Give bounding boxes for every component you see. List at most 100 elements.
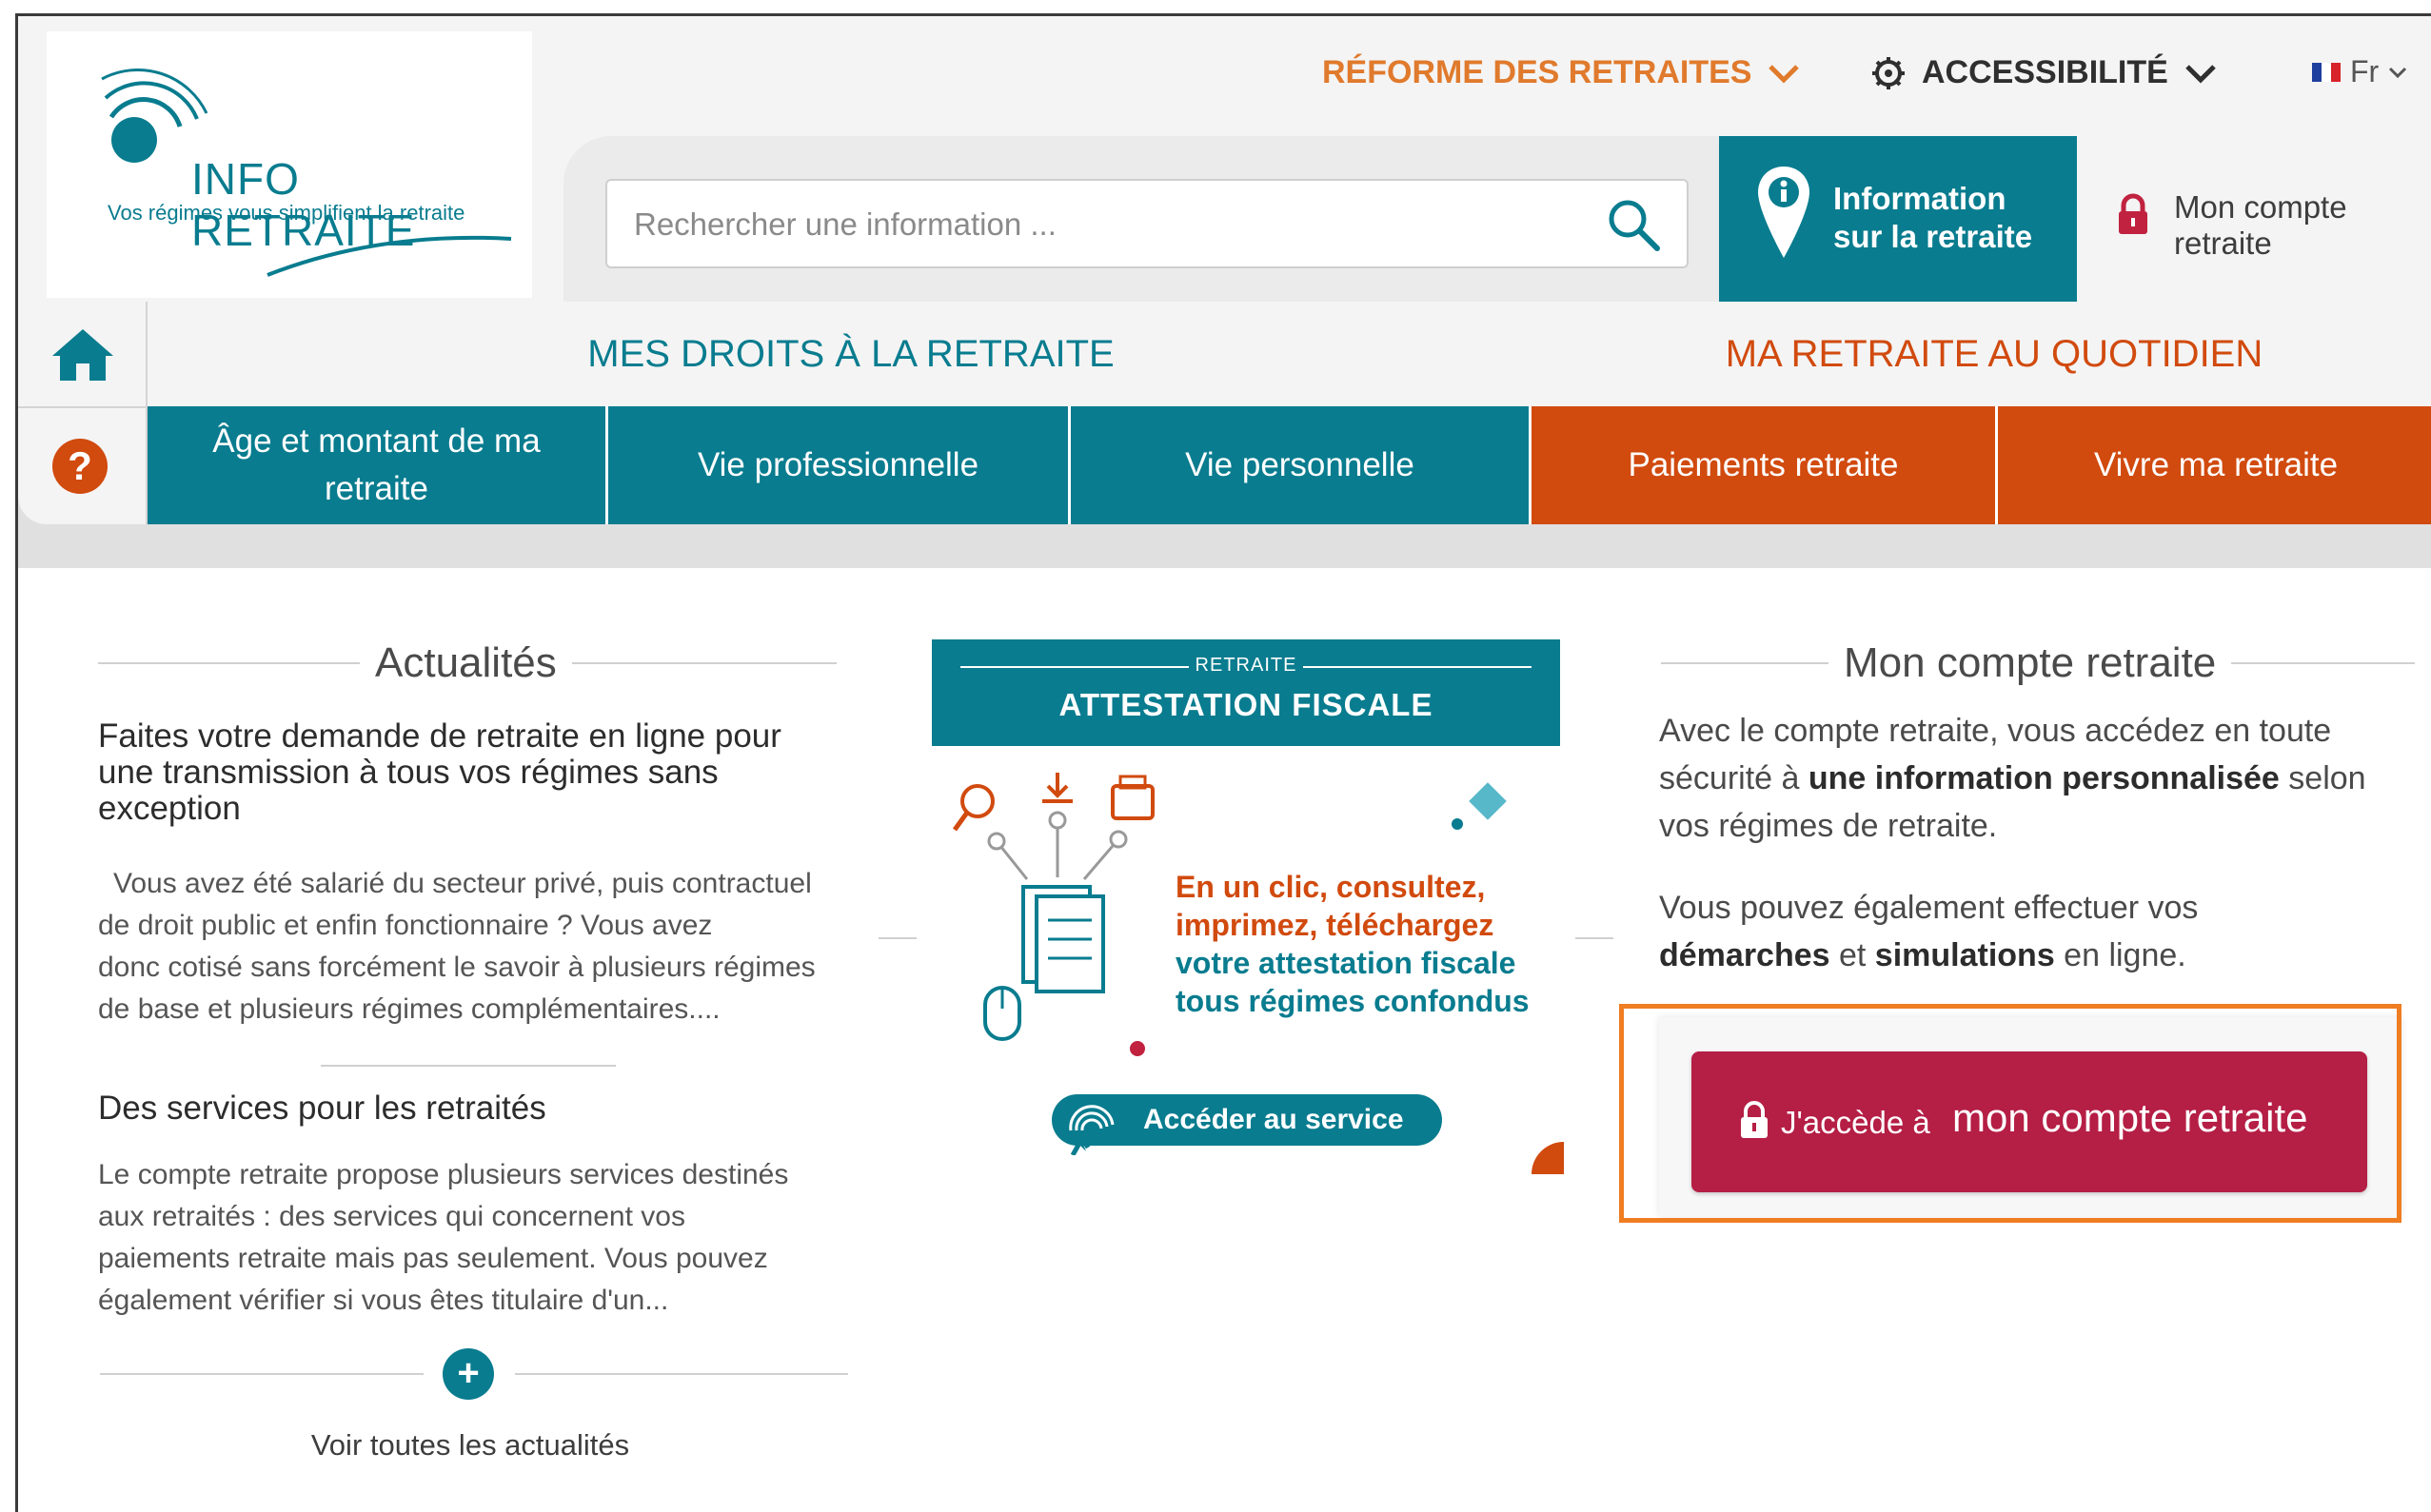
text-run: et — [1829, 937, 1875, 973]
excerpt-line: Le compte retraite propose plusieurs ser… — [98, 1159, 789, 1190]
mon-compte-link[interactable]: Mon compte retraite — [2077, 136, 2431, 302]
attestation-fiscale-banner[interactable]: RETRAITE ATTESTATION FISCALE En un clic,… — [932, 639, 1564, 1174]
language-selector[interactable]: Fr — [2312, 54, 2407, 89]
logo-swoosh-icon — [267, 235, 512, 277]
banner-message: En un clic, consultez, imprimez, télécha… — [1176, 868, 1530, 1020]
information-retraite-button[interactable]: Information sur la retraite — [1719, 136, 2077, 302]
tab-paiements-retraite[interactable]: Paiements retraite — [1532, 406, 1998, 524]
excerpt-line: donc cotisé sans forcément le savoir à p… — [98, 952, 816, 983]
news-article-2-title[interactable]: Des services pour les retraités — [98, 1090, 546, 1128]
column-separator — [1575, 937, 1613, 939]
more-news-plus-button[interactable]: + — [443, 1348, 494, 1400]
intro-line: sécurité à une information personnalisée… — [1659, 755, 2421, 802]
text-run-bold: démarches — [1659, 937, 1830, 973]
title-rule — [98, 662, 360, 664]
services-line: Vous pouvez également effectuer vos — [1659, 890, 2199, 926]
text-run: en ligne. — [2054, 937, 2186, 973]
tab-age-montant[interactable]: Âge et montant de ma retraite — [148, 406, 608, 524]
news-article-1-title[interactable]: Faites votre demande de retraite en lign… — [98, 718, 860, 827]
accessibility-gear-icon — [1872, 56, 1905, 89]
nav-group-quotidien[interactable]: MA RETRAITE AU QUOTIDIEN — [1554, 302, 2431, 406]
search-icon[interactable] — [1605, 196, 1662, 253]
tab-label: retraite — [325, 470, 428, 507]
column-separator — [879, 937, 917, 939]
banner-header: RETRAITE ATTESTATION FISCALE — [932, 639, 1560, 746]
browser-viewport: INFO RETRAITE Vos régimes vous simplifie… — [15, 13, 2431, 1512]
click-cursor-icon — [1069, 1105, 1115, 1155]
map-pin-info-icon — [1758, 167, 1809, 258]
title-line: Faites votre demande de retraite en lign… — [98, 717, 781, 755]
excerpt-line: aux retraités : des services qui concern… — [98, 1201, 685, 1232]
banner-line: En un clic, consultez, — [1176, 870, 1486, 904]
banner-big-title: ATTESTATION FISCALE — [1058, 687, 1433, 722]
acceder-au-service-button[interactable]: Accéder au service — [1052, 1094, 1442, 1155]
tab-vie-professionnelle[interactable]: Vie professionnelle — [608, 406, 1071, 524]
reforme-menu[interactable]: RÉFORME DES RETRAITES — [1322, 54, 1801, 91]
document-illustration-icon — [952, 773, 1155, 1056]
account-line1: Mon compte — [2174, 189, 2347, 225]
see-all-news-link[interactable]: Voir toutes les actualités — [304, 1428, 637, 1463]
title-line: une transmission à tous vos régimes sans — [98, 754, 719, 791]
text-run-bold: une information personnalisée — [1808, 760, 2280, 796]
intro-line: Avec le compte retraite, vous accédez en… — [1659, 713, 2332, 749]
search-input[interactable] — [632, 181, 1550, 268]
text-run: selon — [2279, 760, 2366, 796]
nav-group-mes-droits[interactable]: MES DROITS À LA RETRAITE — [148, 302, 1554, 406]
french-flag-icon — [2312, 62, 2341, 82]
banner-line: votre attestation fiscale — [1176, 946, 1516, 980]
tab-label: Âge et montant de ma — [212, 422, 541, 460]
info-button-line2: sur la retraite — [1833, 219, 2033, 254]
site-header: INFO RETRAITE Vos régimes vous simplifie… — [18, 16, 2431, 302]
main-nav-tabs: Âge et montant de ma retraite Vie profess… — [148, 406, 2431, 524]
account-intro: Avec le compte retraite, vous accédez en… — [1659, 707, 2421, 850]
service-button-label: Accéder au service — [1143, 1104, 1404, 1135]
banner-line: imprimez, téléchargez — [1176, 908, 1494, 942]
lock-icon — [2119, 193, 2147, 234]
chevron-down-icon — [2185, 64, 2216, 84]
chevron-down-icon — [1769, 64, 1800, 84]
excerpt-line: paiements retraite mais pas seulement. V… — [98, 1243, 768, 1274]
text-run-bold: simulations — [1874, 937, 2055, 973]
account-services: Vous pouvez également effectuer vos déma… — [1659, 884, 2421, 979]
account-line2: retraite — [2174, 226, 2272, 261]
site-logo[interactable]: INFO RETRAITE Vos régimes vous simplifie… — [47, 31, 532, 298]
highlight-annotation-box — [1619, 1004, 2401, 1223]
see-all-rule — [100, 1373, 424, 1375]
info-button-line1: Information — [1833, 181, 2006, 216]
title-rule — [1661, 662, 1828, 664]
excerpt-line: de base et plusieurs régimes complémenta… — [98, 993, 721, 1025]
top-utility-bar: RÉFORME DES RETRAITES ACCESSIBILITÉ Fr — [1322, 54, 2431, 111]
excerpt-line: Vous avez été salarié du secteur privé, … — [113, 868, 812, 899]
banner-line: tous régimes confondus — [1176, 984, 1530, 1018]
accessibility-label: ACCESSIBILITÉ — [1922, 54, 2168, 90]
logo-waves-icon — [101, 69, 208, 163]
language-label: Fr — [2350, 54, 2380, 88]
question-mark-icon: ? — [52, 439, 108, 494]
news-title: Actualités — [375, 639, 557, 686]
tab-label: Vie personnelle — [1185, 446, 1414, 483]
intro-line: vos régimes de retraite. — [1659, 808, 1998, 844]
tab-label: Vie professionnelle — [697, 446, 979, 483]
tab-vivre-ma-retraite[interactable]: Vivre ma retraite — [1998, 406, 2431, 524]
see-all-rule — [515, 1373, 848, 1375]
help-button[interactable]: ? — [18, 406, 148, 524]
title-rule — [2231, 662, 2415, 664]
title-line: exception — [98, 790, 241, 827]
tab-label: Vivre ma retraite — [2093, 446, 2339, 483]
excerpt-line: également vérifier si vous êtes titulair… — [98, 1285, 669, 1316]
decor-diamond-icon — [1452, 782, 1507, 830]
accessibility-menu[interactable]: ACCESSIBILITÉ — [1870, 54, 2218, 91]
news-section-header: Actualités — [98, 639, 837, 687]
text-run: sécurité à — [1659, 760, 1808, 796]
title-rule — [571, 662, 837, 664]
account-title: Mon compte retraite — [1844, 639, 2217, 686]
tab-vie-personnelle[interactable]: Vie personnelle — [1071, 406, 1532, 524]
banner-small-title: RETRAITE — [1195, 655, 1297, 676]
decor-quarter-circle-icon — [1532, 1142, 1564, 1174]
article-divider — [321, 1065, 616, 1067]
services-line: démarches et simulations en ligne. — [1659, 932, 2421, 979]
news-article-1-excerpt: Vous avez été salarié du secteur privé, … — [98, 863, 860, 1031]
news-article-2-excerpt: Le compte retraite propose plusieurs ser… — [98, 1154, 860, 1322]
home-button[interactable] — [18, 302, 148, 406]
chevron-down-icon — [2389, 67, 2407, 78]
